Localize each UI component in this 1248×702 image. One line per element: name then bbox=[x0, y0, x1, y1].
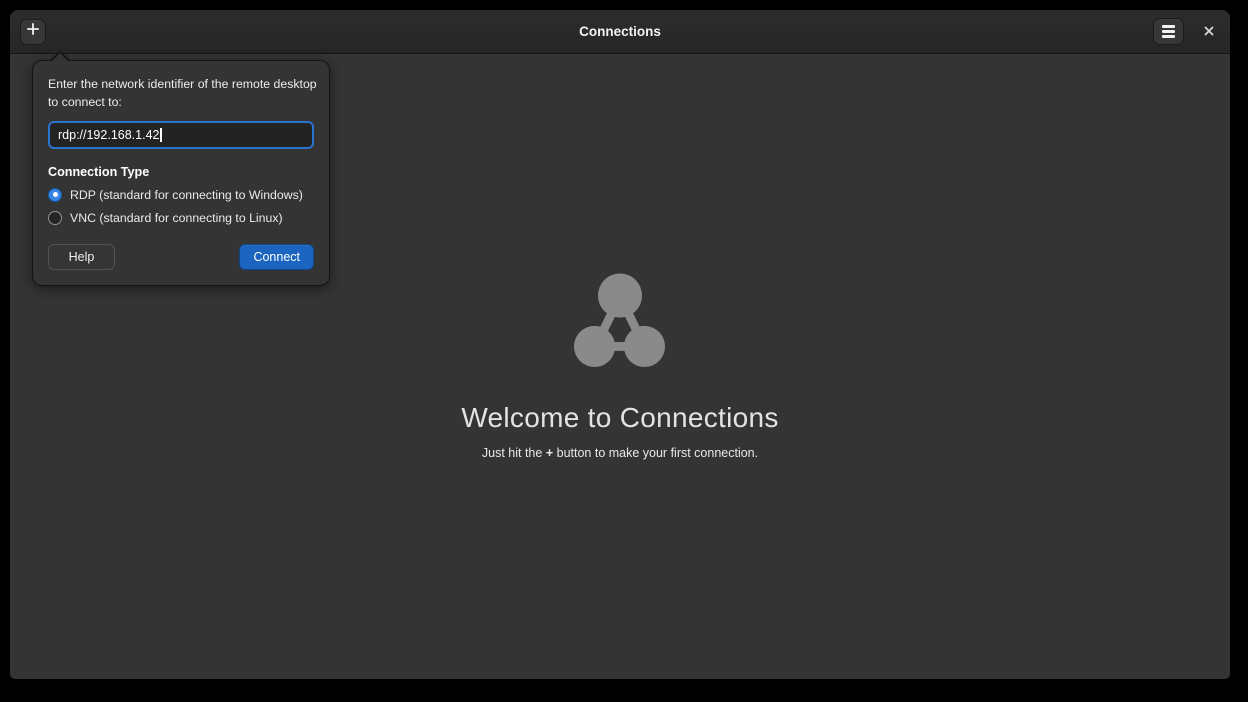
headerbar: Connections bbox=[10, 10, 1230, 54]
connection-type-heading: Connection Type bbox=[48, 164, 150, 179]
radio-button-unchecked-icon bbox=[48, 210, 62, 225]
network-nodes-icon bbox=[573, 273, 667, 374]
radio-rdp[interactable]: RDP (standard for connecting to Windows) bbox=[48, 187, 314, 202]
headerbar-right bbox=[1153, 18, 1220, 45]
window-title: Connections bbox=[579, 24, 661, 39]
radio-rdp-label: RDP (standard for connecting to Windows) bbox=[70, 187, 303, 202]
address-input[interactable]: rdp://192.168.1.42 bbox=[48, 120, 314, 149]
text-caret bbox=[160, 127, 162, 142]
connect-button[interactable]: Connect bbox=[239, 243, 314, 270]
connections-window: Connections Enter the network identifier… bbox=[10, 10, 1230, 679]
address-prompt-label: Enter the network identifier of the remo… bbox=[48, 77, 317, 109]
radio-button-checked-icon bbox=[48, 187, 62, 202]
address-input-value: rdp://192.168.1.42 bbox=[58, 127, 160, 142]
new-connection-button[interactable] bbox=[20, 18, 46, 45]
radio-vnc[interactable]: VNC (standard for connecting to Linux) bbox=[48, 210, 314, 225]
radio-vnc-label: VNC (standard for connecting to Linux) bbox=[70, 210, 283, 225]
close-icon bbox=[1204, 23, 1214, 41]
welcome-title: Welcome to Connections bbox=[461, 402, 779, 433]
popover-button-row: Help Connect bbox=[48, 243, 314, 270]
new-connection-popover: Enter the network identifier of the remo… bbox=[32, 51, 330, 286]
help-button[interactable]: Help bbox=[48, 243, 115, 270]
welcome-subtitle: Just hit the + button to make your first… bbox=[481, 446, 759, 460]
plus-icon bbox=[26, 22, 40, 41]
close-window-button[interactable] bbox=[1198, 21, 1220, 43]
hamburger-menu-icon bbox=[1162, 25, 1175, 28]
main-menu-button[interactable] bbox=[1153, 18, 1184, 45]
